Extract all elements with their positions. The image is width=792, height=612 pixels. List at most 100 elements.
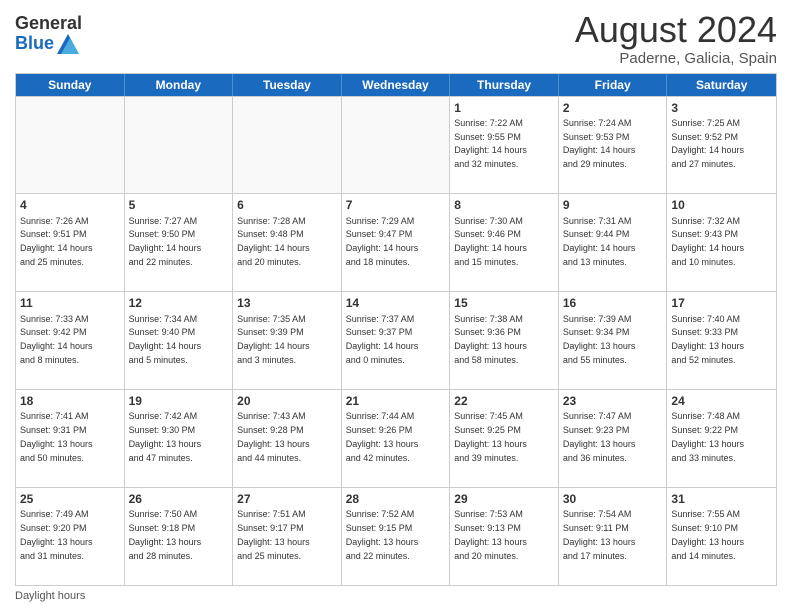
day-info: Sunrise: 7:45 AM Sunset: 9:25 PM Dayligh…	[454, 411, 527, 462]
day-info: Sunrise: 7:37 AM Sunset: 9:37 PM Dayligh…	[346, 314, 419, 365]
day-cell-15: 15Sunrise: 7:38 AM Sunset: 9:36 PM Dayli…	[450, 292, 559, 389]
logo-blue: Blue	[15, 34, 54, 54]
day-cell-28: 28 Sunrise: 7:52 AM Sunset: 9:15 PM Dayli…	[342, 488, 451, 585]
logo-general: General	[15, 14, 82, 34]
day-cell-31: 31Sunrise: 7:55 AM Sunset: 9:10 PM Dayli…	[667, 488, 776, 585]
day-number: 18	[20, 393, 120, 409]
day-number: 16	[563, 295, 663, 311]
day-info: Sunrise: 7:53 AM Sunset: 9:13 PM Dayligh…	[454, 509, 527, 560]
day-number: 29	[454, 491, 554, 507]
day-info: Sunrise: 7:50 AM Sunset: 9:18 PM Dayligh…	[129, 509, 202, 560]
day-number: 10	[671, 197, 772, 213]
calendar-week-1: 1 Sunrise: 7:22 AM Sunset: 9:55 PM Daylig…	[16, 96, 776, 194]
day-cell-20: 20 Sunrise: 7:43 AM Sunset: 9:28 PM Dayli…	[233, 390, 342, 487]
day-cell-12: 12 Sunrise: 7:34 AM Sunset: 9:40 PM Dayli…	[125, 292, 234, 389]
day-number: 23	[563, 393, 663, 409]
day-info: Sunrise: 7:26 AM Sunset: 9:51 PM Dayligh…	[20, 216, 93, 267]
header: General Blue August 2024 Paderne, Galici…	[15, 10, 777, 67]
day-cell-4: 4 Sunrise: 7:26 AM Sunset: 9:51 PM Daylig…	[16, 194, 125, 291]
day-number: 30	[563, 491, 663, 507]
day-cell-23: 23 Sunrise: 7:47 AM Sunset: 9:23 PM Dayli…	[559, 390, 668, 487]
day-number: 3	[671, 100, 772, 116]
empty-cell	[16, 97, 125, 194]
day-info: Sunrise: 7:38 AM Sunset: 9:36 PM Dayligh…	[454, 314, 527, 365]
header-monday: Monday	[125, 74, 234, 96]
day-info: Sunrise: 7:24 AM Sunset: 9:53 PM Dayligh…	[563, 118, 636, 169]
day-number: 20	[237, 393, 337, 409]
day-number: 1	[454, 100, 554, 116]
day-info: Sunrise: 7:28 AM Sunset: 9:48 PM Dayligh…	[237, 216, 310, 267]
day-number: 2	[563, 100, 663, 116]
day-cell-7: 7Sunrise: 7:29 AM Sunset: 9:47 PM Daylig…	[342, 194, 451, 291]
day-number: 25	[20, 491, 120, 507]
day-number: 19	[129, 393, 229, 409]
day-number: 4	[20, 197, 120, 213]
title-block: August 2024 Paderne, Galicia, Spain	[575, 10, 777, 67]
day-info: Sunrise: 7:51 AM Sunset: 9:17 PM Dayligh…	[237, 509, 310, 560]
day-info: Sunrise: 7:34 AM Sunset: 9:40 PM Dayligh…	[129, 314, 202, 365]
day-cell-14: 14 Sunrise: 7:37 AM Sunset: 9:37 PM Dayli…	[342, 292, 451, 389]
day-info: Sunrise: 7:42 AM Sunset: 9:30 PM Dayligh…	[129, 411, 202, 462]
header-thursday: Thursday	[450, 74, 559, 96]
calendar-week-4: 18 Sunrise: 7:41 AM Sunset: 9:31 PM Dayli…	[16, 389, 776, 487]
calendar-week-2: 4 Sunrise: 7:26 AM Sunset: 9:51 PM Daylig…	[16, 193, 776, 291]
calendar-body: 1 Sunrise: 7:22 AM Sunset: 9:55 PM Daylig…	[16, 96, 776, 585]
day-info: Sunrise: 7:41 AM Sunset: 9:31 PM Dayligh…	[20, 411, 93, 462]
day-info: Sunrise: 7:54 AM Sunset: 9:11 PM Dayligh…	[563, 509, 636, 560]
day-info: Sunrise: 7:35 AM Sunset: 9:39 PM Dayligh…	[237, 314, 310, 365]
day-cell-25: 25Sunrise: 7:49 AM Sunset: 9:20 PM Dayli…	[16, 488, 125, 585]
header-wednesday: Wednesday	[342, 74, 451, 96]
day-cell-22: 22Sunrise: 7:45 AM Sunset: 9:25 PM Dayli…	[450, 390, 559, 487]
day-info: Sunrise: 7:27 AM Sunset: 9:50 PM Dayligh…	[129, 216, 202, 267]
day-info: Sunrise: 7:47 AM Sunset: 9:23 PM Dayligh…	[563, 411, 636, 462]
empty-cell	[125, 97, 234, 194]
day-cell-30: 30 Sunrise: 7:54 AM Sunset: 9:11 PM Dayli…	[559, 488, 668, 585]
location: Paderne, Galicia, Spain	[575, 50, 777, 67]
footer-note: Daylight hours	[15, 590, 777, 602]
day-number: 13	[237, 295, 337, 311]
day-number: 21	[346, 393, 446, 409]
calendar-header: Sunday Monday Tuesday Wednesday Thursday…	[16, 74, 776, 96]
day-cell-27: 27Sunrise: 7:51 AM Sunset: 9:17 PM Dayli…	[233, 488, 342, 585]
day-cell-11: 11 Sunrise: 7:33 AM Sunset: 9:42 PM Dayli…	[16, 292, 125, 389]
day-info: Sunrise: 7:40 AM Sunset: 9:33 PM Dayligh…	[671, 314, 744, 365]
day-number: 7	[346, 197, 446, 213]
day-number: 31	[671, 491, 772, 507]
header-friday: Friday	[559, 74, 668, 96]
day-cell-17: 17Sunrise: 7:40 AM Sunset: 9:33 PM Dayli…	[667, 292, 776, 389]
day-number: 9	[563, 197, 663, 213]
day-number: 12	[129, 295, 229, 311]
day-cell-3: 3 Sunrise: 7:25 AM Sunset: 9:52 PM Daylig…	[667, 97, 776, 194]
logo-icon	[57, 34, 79, 54]
day-number: 5	[129, 197, 229, 213]
day-cell-24: 24Sunrise: 7:48 AM Sunset: 9:22 PM Dayli…	[667, 390, 776, 487]
day-number: 28	[346, 491, 446, 507]
day-cell-16: 16Sunrise: 7:39 AM Sunset: 9:34 PM Dayli…	[559, 292, 668, 389]
day-cell-5: 5 Sunrise: 7:27 AM Sunset: 9:50 PM Daylig…	[125, 194, 234, 291]
day-cell-10: 10Sunrise: 7:32 AM Sunset: 9:43 PM Dayli…	[667, 194, 776, 291]
day-info: Sunrise: 7:30 AM Sunset: 9:46 PM Dayligh…	[454, 216, 527, 267]
day-info: Sunrise: 7:48 AM Sunset: 9:22 PM Dayligh…	[671, 411, 744, 462]
day-number: 6	[237, 197, 337, 213]
day-info: Sunrise: 7:25 AM Sunset: 9:52 PM Dayligh…	[671, 118, 744, 169]
day-number: 11	[20, 295, 120, 311]
day-cell-2: 2 Sunrise: 7:24 AM Sunset: 9:53 PM Daylig…	[559, 97, 668, 194]
day-info: Sunrise: 7:52 AM Sunset: 9:15 PM Dayligh…	[346, 509, 419, 560]
day-info: Sunrise: 7:22 AM Sunset: 9:55 PM Dayligh…	[454, 118, 527, 169]
day-number: 14	[346, 295, 446, 311]
day-number: 26	[129, 491, 229, 507]
day-number: 8	[454, 197, 554, 213]
logo: General Blue	[15, 10, 82, 54]
page: General Blue August 2024 Paderne, Galici…	[0, 0, 792, 612]
day-cell-8: 8 Sunrise: 7:30 AM Sunset: 9:46 PM Daylig…	[450, 194, 559, 291]
day-cell-1: 1 Sunrise: 7:22 AM Sunset: 9:55 PM Daylig…	[450, 97, 559, 194]
header-sunday: Sunday	[16, 74, 125, 96]
header-tuesday: Tuesday	[233, 74, 342, 96]
day-cell-6: 6 Sunrise: 7:28 AM Sunset: 9:48 PM Daylig…	[233, 194, 342, 291]
day-info: Sunrise: 7:33 AM Sunset: 9:42 PM Dayligh…	[20, 314, 93, 365]
empty-cell	[233, 97, 342, 194]
calendar-week-5: 25Sunrise: 7:49 AM Sunset: 9:20 PM Dayli…	[16, 487, 776, 585]
logo-text: General Blue	[15, 14, 82, 54]
day-info: Sunrise: 7:43 AM Sunset: 9:28 PM Dayligh…	[237, 411, 310, 462]
calendar-week-3: 11 Sunrise: 7:33 AM Sunset: 9:42 PM Dayli…	[16, 291, 776, 389]
